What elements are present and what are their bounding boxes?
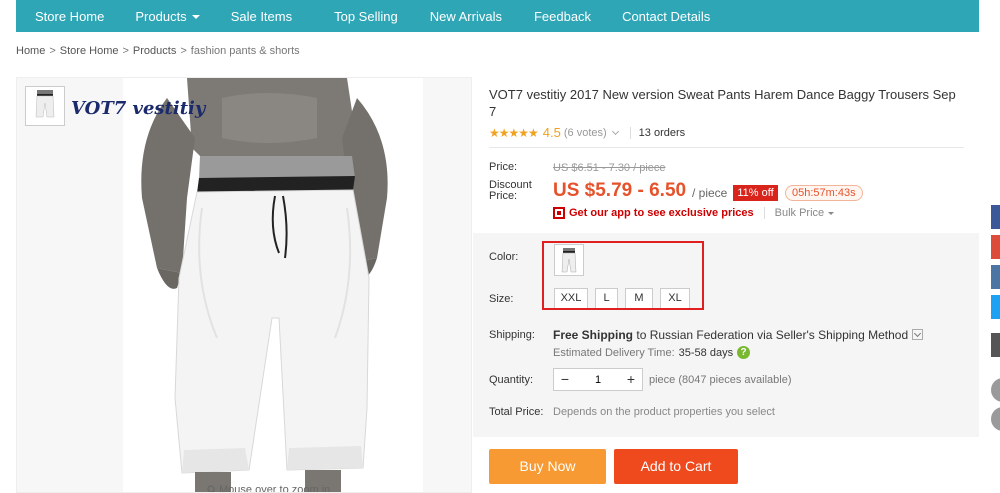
quantity-input[interactable] (576, 369, 620, 390)
availability-count: (8047 pieces available) (678, 374, 792, 386)
nav-top-selling[interactable]: Top Selling (334, 0, 398, 32)
product-thumbnail[interactable] (25, 86, 65, 126)
shipping-destination: to Russian Federation via Seller's Shipp… (636, 328, 909, 342)
vote-count[interactable]: (6 votes) (564, 127, 607, 139)
availability-unit: piece (649, 374, 676, 386)
size-label: Size: (489, 293, 514, 305)
facebook-share-icon[interactable] (991, 205, 1000, 229)
app-promo-link[interactable]: Get our app to see exclusive prices (569, 207, 754, 219)
quantity-decrease-button[interactable]: − (554, 369, 576, 390)
order-count: 13 orders (638, 126, 686, 139)
breadcrumb-products[interactable]: Products (133, 45, 176, 57)
caret-down-icon (191, 14, 200, 19)
store-nav-bar: Store Home Products Sale Items Top Selli… (16, 0, 979, 32)
app-promo-row: Get our app to see exclusive prices Bulk… (553, 207, 835, 219)
google-plus-share-icon[interactable] (991, 235, 1000, 259)
shipping-method[interactable]: Free Shipping to Russian Federation via … (553, 328, 924, 342)
zoom-hint: Mouse over to zoom in (207, 484, 331, 493)
star-rating-icon[interactable]: ★★★★★ (489, 126, 539, 140)
total-price-label: Total Price: (489, 406, 544, 418)
price-unit: / piece (692, 186, 728, 200)
question-icon[interactable]: ? (737, 346, 751, 359)
original-price: US $6.51 - 7.30 / piece (553, 162, 666, 174)
breadcrumb: Home > Store Home > Products > fashion pants &… (16, 45, 300, 57)
delivery-label: Estimated Delivery Time: (553, 346, 675, 359)
delivery-estimate: Estimated Delivery Time: 35-58 days ? (553, 346, 751, 359)
quantity-increase-button[interactable]: + (620, 369, 642, 390)
availability: piece (8047 pieces available) (649, 374, 792, 386)
discount-badge: 11% off (733, 185, 778, 201)
divider (763, 207, 765, 219)
breadcrumb-separator: > (49, 45, 56, 57)
divider (629, 126, 631, 139)
discount-label-line2: Price: (489, 190, 518, 202)
vk-share-icon[interactable] (991, 265, 1000, 289)
scroll-down-button[interactable] (991, 407, 1000, 431)
delivery-days: 35-58 days (678, 346, 734, 359)
breadcrumb-separator: > (122, 45, 129, 57)
twitter-share-icon[interactable] (991, 295, 1000, 319)
free-shipping-text: Free Shipping (553, 328, 634, 342)
caret-down-icon (828, 211, 835, 215)
rating-value: 4.5 (542, 125, 561, 140)
shipping-label: Shipping: (489, 329, 535, 341)
breadcrumb-current: fashion pants & shorts (190, 45, 300, 57)
color-label: Color: (489, 251, 519, 263)
quantity-stepper: − + (553, 368, 643, 391)
product-title: VOT7 vestitiy 2017 New version Sweat Pan… (489, 87, 956, 119)
price-label: Price: (489, 161, 518, 173)
search-icon (207, 485, 215, 492)
quantity-label: Quantity: (489, 374, 534, 386)
nav-products-label: Products (135, 9, 187, 24)
zoom-hint-text: Mouse over to zoom in (219, 484, 331, 493)
nav-products[interactable]: Products (135, 0, 200, 32)
product-main-image[interactable] (17, 78, 472, 493)
countdown-timer: 05h:57m:43s (785, 185, 863, 201)
breadcrumb-home[interactable]: Home (16, 45, 45, 57)
product-image-gallery[interactable]: VOT7 vestitiy Mouse over to zoom in (16, 77, 472, 493)
nav-store-home[interactable]: Store Home (35, 0, 104, 32)
chevron-down-icon[interactable] (912, 329, 924, 341)
selection-highlight-box (542, 241, 704, 310)
nav-feedback[interactable]: Feedback (534, 0, 591, 32)
add-to-cart-button[interactable]: Add to Cart (614, 449, 738, 484)
chevron-down-icon[interactable] (611, 127, 619, 135)
bulk-price-label: Bulk Price (774, 207, 825, 219)
discount-price-label: Discount Price: (489, 180, 532, 202)
breadcrumb-store-home[interactable]: Store Home (60, 45, 119, 57)
discount-price: US $5.79 - 6.50 (553, 180, 687, 201)
nav-new-arrivals[interactable]: New Arrivals (430, 0, 502, 32)
divider (489, 147, 964, 148)
nav-contact-details[interactable]: Contact Details (622, 0, 710, 32)
nav-sale-items[interactable]: Sale Items (231, 0, 292, 32)
scroll-up-button[interactable] (991, 378, 1000, 402)
buy-now-button[interactable]: Buy Now (489, 449, 606, 484)
brand-logo: VOT7 vestitiy (71, 98, 206, 119)
total-price-value: Depends on the product properties you se… (553, 406, 775, 418)
breadcrumb-separator: > (180, 45, 187, 57)
more-share-icon[interactable] (991, 333, 1000, 357)
thumbnail-image (35, 90, 55, 118)
qr-code-icon (553, 207, 565, 219)
bulk-price-dropdown[interactable]: Bulk Price (775, 207, 835, 219)
rating-row: ★★★★★ 4.5 (6 votes) 13 orders (489, 125, 685, 140)
